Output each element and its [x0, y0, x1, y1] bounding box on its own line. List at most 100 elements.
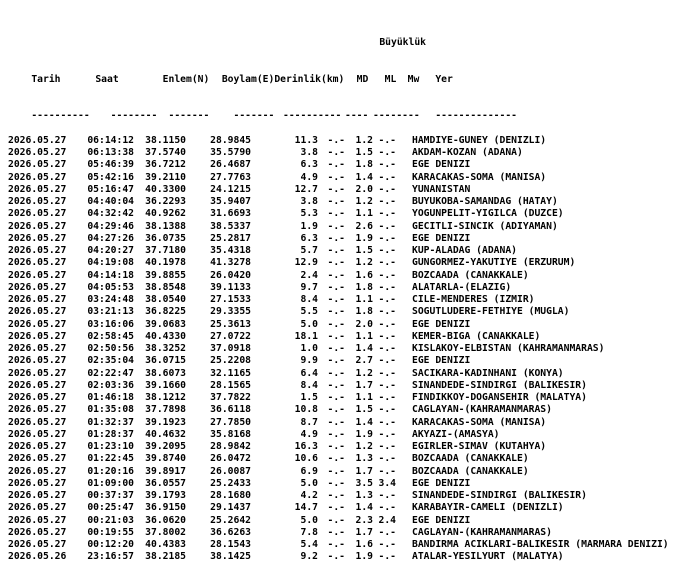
cell-date: 2026.05.27 [8, 147, 67, 158]
cell-date: 2026.05.27 [8, 281, 67, 293]
table-row: 2026.05.27 04:27:26 36.0735 25.2817 6.3 -.- 1.… [8, 233, 700, 245]
cell-md: -.- [327, 147, 346, 158]
table-row: 2026.05.27 00:25:47 36.9150 29.1437 14.7 -.- 1… [8, 502, 700, 514]
cell-ml: 1.9 [355, 232, 374, 244]
cell-longitude: 25.2433 [210, 477, 251, 489]
cell-time: 01:23:10 [87, 441, 134, 452]
cell-location: ATALAR-YESILYURT (MALATYA) [412, 551, 564, 563]
cell-depth: 7.8 [300, 526, 319, 538]
table-row: 2026.05.27 00:21:03 36.0620 25.2642 5.0 -.- 2.… [8, 515, 700, 527]
cell-depth: 9.2 [300, 551, 319, 563]
cell-md: -.- [327, 134, 346, 146]
cell-date: 2026.05.27 [8, 208, 67, 220]
cell-md: -.- [327, 502, 346, 514]
separator-md: ---- [345, 110, 369, 122]
cell-location: EGE DENIZI [412, 477, 471, 489]
cell-mw: -.- [378, 159, 397, 171]
cell-ml: 1.2 [355, 367, 374, 379]
cell-time: 02:03:36 [87, 379, 134, 391]
cell-longitude: 24.1215 [210, 183, 251, 195]
cell-mw: -.- [378, 306, 397, 318]
cell-ml: 1.8 [355, 306, 374, 318]
cell-md: -.- [327, 404, 346, 416]
separator-longitude: ------- [233, 110, 275, 122]
cell-latitude: 37.5740 [145, 147, 186, 158]
cell-time: 04:32:42 [87, 208, 134, 220]
cell-ml: 2.0 [355, 318, 374, 330]
cell-location: SINANDEDE-SINDIRGI (BALIKESIR) [412, 490, 587, 501]
cell-md: -.- [327, 171, 346, 183]
cell-time: 02:22:47 [87, 367, 134, 379]
table-row: 2026.05.27 01:20:16 39.8917 26.0087 6.9 -.- 1.… [8, 466, 700, 478]
cell-date: 2026.05.27 [8, 318, 67, 330]
cell-date: 2026.05.27 [8, 196, 67, 207]
cell-latitude: 39.0683 [145, 318, 186, 330]
cell-time: 05:16:47 [87, 183, 134, 195]
cell-latitude: 39.1793 [145, 490, 186, 501]
cell-longitude: 31.6693 [210, 208, 251, 220]
cell-md: -.- [327, 269, 346, 281]
cell-latitude: 40.4383 [145, 539, 186, 550]
header-mw: Mw [407, 73, 420, 85]
cell-depth: 6.9 [300, 465, 319, 477]
cell-mw: -.- [378, 281, 397, 293]
cell-date: 2026.05.27 [8, 441, 67, 452]
cell-location: KEMER-BIGA (CANAKKALE) [412, 330, 541, 342]
cell-depth: 18.1 [294, 330, 318, 342]
cell-depth: 4.9 [300, 171, 319, 183]
header-md: MD [356, 73, 369, 85]
cell-depth: 2.4 [300, 269, 319, 281]
cell-location: FINDIKKOY-DOGANSEHIR (MALATYA) [412, 392, 587, 403]
cell-latitude: 39.1660 [145, 379, 186, 391]
cell-md: -.- [327, 379, 346, 391]
table-row: 2026.05.27 00:12:20 40.4383 28.1543 5.4 -.- 1.… [8, 539, 700, 551]
cell-longitude: 27.7763 [210, 171, 251, 183]
table-row: 2026.05.27 03:24:48 38.0540 27.1533 8.4 -.- 1.… [8, 294, 700, 306]
cell-ml: 1.5 [355, 147, 374, 158]
cell-ml: 1.4 [355, 171, 374, 183]
cell-depth: 8.4 [300, 294, 319, 305]
cell-time: 00:19:55 [87, 526, 134, 538]
table-row: 2026.05.27 01:46:18 38.1212 37.7822 1.5 -.- 1.… [8, 392, 700, 404]
cell-mw: -.- [378, 441, 397, 452]
cell-mw: 3.4 [378, 477, 397, 489]
cell-ml: 1.2 [355, 134, 374, 146]
cell-date: 2026.05.27 [8, 343, 67, 354]
cell-latitude: 39.2095 [145, 441, 186, 452]
cell-latitude: 36.0620 [145, 514, 186, 526]
cell-md: -.- [327, 465, 346, 477]
cell-md: -.- [327, 220, 346, 232]
cell-mw: -.- [378, 183, 397, 195]
cell-longitude: 26.0420 [210, 269, 251, 281]
header-longitude: Boylam(E) [221, 73, 275, 85]
cell-depth: 8.4 [300, 379, 319, 391]
cell-location: KARABAYIR-CAMELI (DENIZLI) [412, 502, 564, 514]
cell-latitude: 40.4632 [145, 428, 186, 440]
cell-depth: 5.7 [300, 245, 319, 256]
cell-md: -.- [327, 343, 346, 354]
cell-md: -.- [327, 330, 346, 342]
cell-location: GUNGORMEZ-YAKUTIYE (ERZURUM) [412, 257, 576, 269]
header-separator-row: ---------- -------- ------- ------- --------… [8, 98, 700, 121]
cell-mw: -.- [378, 416, 397, 428]
cell-md: -.- [327, 318, 346, 330]
cell-latitude: 39.2110 [145, 171, 186, 183]
table-row: 2026.05.27 01:09:00 36.0557 25.2433 5.0 -.- 3.… [8, 478, 700, 490]
cell-ml: 1.6 [355, 269, 374, 281]
table-row: 2026.05.27 05:42:16 39.2110 27.7763 4.9 -.- 1.… [8, 172, 700, 184]
separator-time: -------- [110, 110, 158, 122]
cell-time: 04:20:27 [87, 245, 134, 256]
cell-date: 2026.05.27 [8, 355, 67, 367]
cell-latitude: 36.8225 [145, 306, 186, 318]
cell-ml: 1.8 [355, 159, 374, 171]
cell-mw: -.- [378, 404, 397, 416]
cell-ml: 1.2 [355, 441, 374, 452]
table-row: 2026.05.27 05:16:47 40.3300 24.1215 12.7 -.- 2… [8, 184, 700, 196]
cell-mw: -.- [378, 220, 397, 232]
cell-time: 03:24:48 [87, 294, 134, 305]
cell-location: EGE DENIZI [412, 514, 471, 526]
cell-md: -.- [327, 281, 346, 293]
cell-date: 2026.05.27 [8, 490, 67, 501]
cell-time: 00:12:20 [87, 539, 134, 550]
cell-depth: 6.3 [300, 232, 319, 244]
